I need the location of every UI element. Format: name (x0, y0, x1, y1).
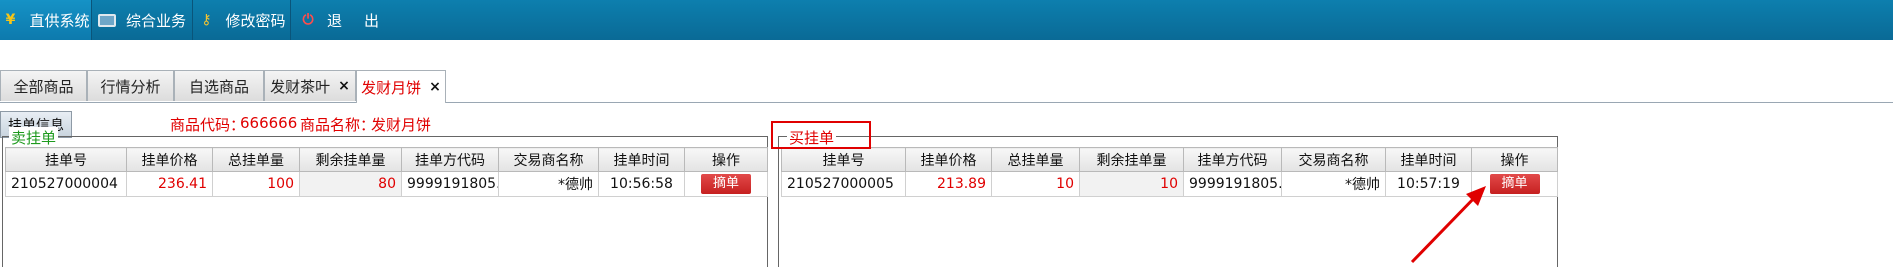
table-row[interactable]: 210527000005 213.89 10 10 9999191805... … (781, 171, 1558, 197)
menu-exit-label-1: 退 (327, 11, 343, 30)
menu-general-business-label: 综合业务 (125, 11, 186, 30)
order-time-cell: 10:57:19 (1385, 171, 1472, 197)
order-time-cell: 10:56:58 (598, 171, 685, 197)
col-order-id: 挂单号 (781, 147, 906, 172)
take-order-button[interactable]: 摘单 (1489, 174, 1540, 194)
order-id-cell: 210527000005 (781, 171, 906, 197)
col-party-code: 挂单方代码 (401, 147, 499, 172)
take-order-button[interactable]: 摘单 (701, 174, 751, 194)
product-code-value: 666666 (240, 114, 298, 132)
product-tab-strip: 全部商品 行情分析 自选商品 发财茶叶 × 发财月饼 × (0, 70, 1893, 103)
col-order-time: 挂单时间 (598, 147, 685, 172)
monitor-icon-wrap (97, 11, 116, 29)
col-price: 挂单价格 (126, 147, 213, 172)
remaining-qty-cell: 10 (1079, 171, 1184, 197)
col-action: 操作 (684, 147, 768, 172)
table-header-row: 挂单号 挂单价格 总挂单量 剩余挂单量 挂单方代码 交易商名称 挂单时间 操作 (781, 147, 1558, 172)
table-row[interactable]: 210527000004 236.41 100 80 9999191805...… (5, 171, 768, 197)
tab-label: 行情分析 (100, 77, 161, 96)
power-icon: ⏻ (302, 12, 314, 28)
tab-facai-tea[interactable]: 发财茶叶 × (264, 70, 356, 101)
top-menu-bar: ¥ 直供系统 综合业务 ⚷ 修改密码 ⏻ 退 出 (0, 0, 1893, 40)
tab-facai-mooncake[interactable]: 发财月饼 × (356, 70, 446, 103)
menu-direct-supply-label: 直供系统 (29, 11, 90, 30)
action-cell: 摘单 (684, 171, 768, 197)
buy-orders-panel: 买挂单 挂单号 挂单价格 总挂单量 剩余挂单量 挂单方代码 交易商名称 挂单时间… (778, 127, 1558, 267)
buy-orders-table: 挂单号 挂单价格 总挂单量 剩余挂单量 挂单方代码 交易商名称 挂单时间 操作 … (781, 147, 1558, 197)
tab-label: 全部商品 (13, 77, 74, 96)
tab-market-analysis[interactable]: 行情分析 (87, 70, 174, 101)
menu-direct-supply[interactable]: ¥ 直供系统 (0, 0, 91, 40)
sell-orders-table: 挂单号 挂单价格 总挂单量 剩余挂单量 挂单方代码 交易商名称 挂单时间 操作 … (5, 147, 768, 197)
col-order-id: 挂单号 (5, 147, 127, 172)
party-code-cell: 9999191805... (401, 171, 499, 197)
key-icon: ⚷ (201, 12, 212, 28)
product-code-label: 商品代码： (170, 116, 246, 134)
col-party-code: 挂单方代码 (1183, 147, 1282, 172)
close-icon[interactable]: × (338, 78, 350, 94)
product-name-value: 发财月饼 (371, 116, 432, 134)
col-order-time: 挂单时间 (1385, 147, 1472, 172)
tab-all-products[interactable]: 全部商品 (0, 70, 87, 101)
col-trader-name: 交易商名称 (498, 147, 599, 172)
col-total-qty: 总挂单量 (991, 147, 1080, 172)
sell-orders-legend: 卖挂单 (9, 127, 59, 148)
action-cell: 摘单 (1471, 171, 1558, 197)
tab-label: 发财月饼 (361, 78, 422, 97)
remaining-qty-cell: 80 (299, 171, 402, 197)
col-remaining-qty: 剩余挂单量 (299, 147, 402, 172)
tab-label: 发财茶叶 (270, 77, 331, 96)
tab-favorites[interactable]: 自选商品 (174, 70, 264, 101)
table-header-row: 挂单号 挂单价格 总挂单量 剩余挂单量 挂单方代码 交易商名称 挂单时间 操作 (5, 147, 768, 172)
col-remaining-qty: 剩余挂单量 (1079, 147, 1184, 172)
price-cell: 213.89 (905, 171, 992, 197)
close-icon[interactable]: × (429, 79, 441, 95)
annotation-highlight-box (771, 121, 871, 149)
col-trader-name: 交易商名称 (1281, 147, 1386, 172)
trader-name-cell: *德帅 (1281, 171, 1386, 197)
menu-change-password-label: 修改密码 (225, 11, 286, 30)
total-qty-cell: 100 (212, 171, 300, 197)
order-id-cell: 210527000004 (5, 171, 127, 197)
total-qty-cell: 10 (991, 171, 1080, 197)
price-cell: 236.41 (126, 171, 213, 197)
col-action: 操作 (1471, 147, 1558, 172)
product-name-label: 商品名称： (300, 116, 376, 134)
menu-exit-label-2: 出 (364, 11, 380, 30)
sell-orders-panel: 卖挂单 挂单号 挂单价格 总挂单量 剩余挂单量 挂单方代码 交易商名称 挂单时间… (2, 127, 768, 267)
col-total-qty: 总挂单量 (212, 147, 300, 172)
menu-change-password[interactable]: ⚷ 修改密码 (193, 0, 290, 40)
menu-general-business[interactable]: 综合业务 (92, 0, 192, 40)
tab-label: 自选商品 (188, 77, 249, 96)
col-price: 挂单价格 (905, 147, 992, 172)
trader-name-cell: *德帅 (498, 171, 599, 197)
monitor-icon (97, 13, 116, 27)
yen-icon: ¥ (5, 12, 16, 28)
party-code-cell: 9999191805... (1183, 171, 1282, 197)
menu-exit[interactable]: ⏻ 退 出 (291, 0, 391, 40)
